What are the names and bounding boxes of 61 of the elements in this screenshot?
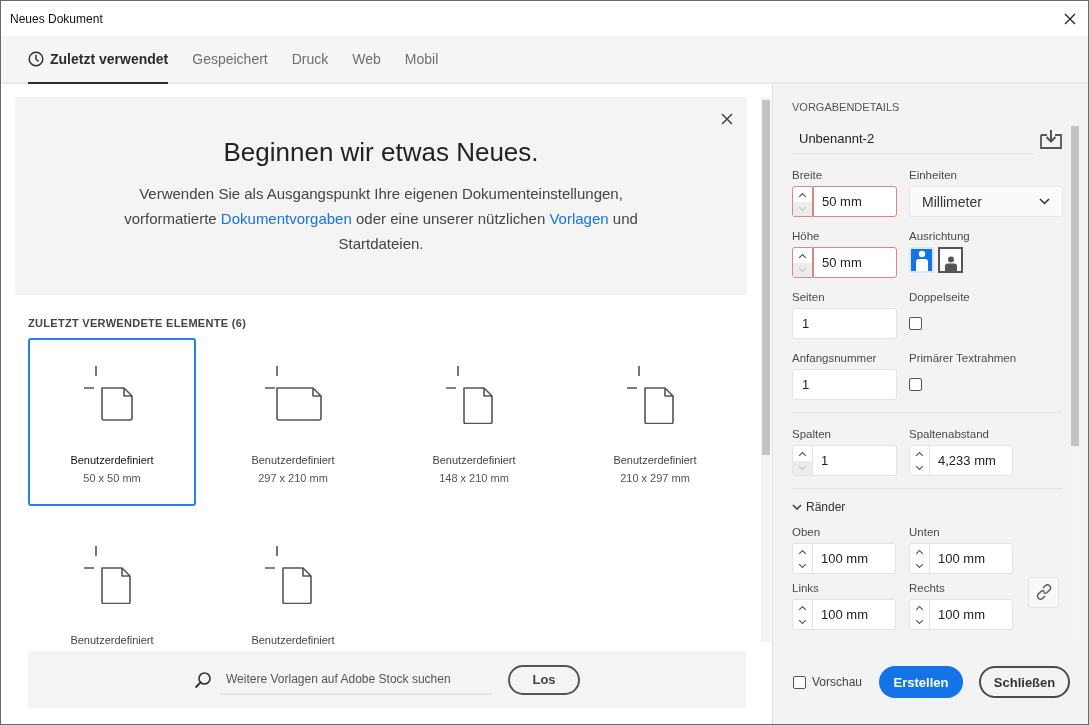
units-dropdown[interactable]: Millimeter xyxy=(909,186,1063,217)
field-label: Spaltenabstand xyxy=(909,428,990,440)
preset-name: Benutzerdefiniert xyxy=(251,634,335,646)
window-title: Neues Dokument xyxy=(10,11,103,26)
item-count: (6) xyxy=(231,317,247,329)
preset-name: Benutzerdefiniert xyxy=(251,454,335,466)
margin-field[interactable]: 100 mm xyxy=(813,599,896,630)
field-label: Seiten xyxy=(792,291,826,303)
preset-name-field[interactable]: Unbenannt-2 xyxy=(792,124,1034,154)
tab[interactable]: Gespeichert xyxy=(192,36,268,84)
preset-size: 297 x 210 mm xyxy=(258,472,328,484)
preset-size: 50 x 50 mm xyxy=(83,472,141,484)
field-label: Doppelseite xyxy=(909,291,971,303)
preset-name: Benutzerdefiniert xyxy=(70,454,154,466)
pages-field[interactable]: 1 xyxy=(792,308,897,339)
search-field[interactable]: Weitere Vorlagen auf Adobe Stock suchen xyxy=(220,664,492,695)
gutter-field[interactable]: 4,233 mm xyxy=(930,445,1013,476)
height-field[interactable]: 50 mm xyxy=(813,247,897,278)
tab[interactable]: Zuletzt verwendet xyxy=(28,36,169,84)
link[interactable]: Vorlagen xyxy=(549,210,609,227)
field-label: Links xyxy=(792,582,820,594)
tab[interactable]: Druck xyxy=(291,36,329,84)
preset-name: Benutzerdefiniert xyxy=(432,454,516,466)
start-number-field[interactable]: 1 xyxy=(792,369,897,400)
field-label: Einheiten xyxy=(909,169,958,181)
banner-text: Verwenden Sie als Ausgangspunkt Ihre eigenen Dokumenteinstellungen, vorformatierte Dokumentvorgaben oder eine unserer nützlichen Vorlagen und Startdateien. xyxy=(123,184,639,254)
field-label: Unten xyxy=(909,526,941,538)
tab[interactable]: Web xyxy=(352,36,381,84)
field-label: Höhe xyxy=(792,230,821,242)
document-preset-tile[interactable]: Benutzerdefiniert xyxy=(209,518,377,651)
close-button[interactable]: Schließen xyxy=(979,666,1071,698)
preset-name: Benutzerdefiniert xyxy=(70,634,154,646)
preset-size: 148 x 210 mm xyxy=(439,472,509,484)
field-label: Oben xyxy=(792,526,822,538)
create-button[interactable]: Erstellen xyxy=(879,666,964,698)
field-label: Primärer Textrahmen xyxy=(909,352,1018,364)
document-preset-tile[interactable]: Benutzerdefiniert 50 x 50 mm xyxy=(28,338,196,506)
document-preset-tile[interactable]: Benutzerdefiniert xyxy=(28,518,196,651)
link[interactable]: Dokumentvorgaben xyxy=(220,210,352,227)
field-label: Ausrichtung xyxy=(909,230,971,242)
field-label: Rechts xyxy=(909,582,946,594)
field-label: Anfangsnummer xyxy=(792,352,878,364)
checkbox-label: Vorschau xyxy=(812,675,863,689)
document-preset-tile[interactable]: Benutzerdefiniert 148 x 210 mm xyxy=(390,338,558,506)
field-label: Breite xyxy=(792,169,824,181)
preset-size: 210 x 297 mm xyxy=(620,472,690,484)
document-preset-tile[interactable]: Benutzerdefiniert 210 x 297 mm xyxy=(571,338,739,506)
margin-field[interactable]: 100 mm xyxy=(813,543,896,574)
preset-name: Benutzerdefiniert xyxy=(613,454,697,466)
margin-field[interactable]: 100 mm xyxy=(930,543,1013,574)
field-label: Spalten xyxy=(792,428,832,440)
document-preset-tile[interactable]: Benutzerdefiniert 297 x 210 mm xyxy=(209,338,377,506)
tab[interactable]: Mobil xyxy=(404,36,439,84)
width-field[interactable]: 50 mm xyxy=(813,186,897,217)
margins-toggle[interactable]: Ränder xyxy=(792,500,846,514)
section-title: VORGABENDETAILS xyxy=(792,101,901,113)
margin-field[interactable]: 100 mm xyxy=(930,599,1013,630)
section-title: ZULETZT VERWENDETE ELEMENTE xyxy=(28,317,229,329)
columns-field[interactable]: 1 xyxy=(813,445,897,476)
go-button[interactable]: Los xyxy=(508,664,580,695)
banner-heading: Beginnen wir etwas Neues. xyxy=(222,137,540,168)
